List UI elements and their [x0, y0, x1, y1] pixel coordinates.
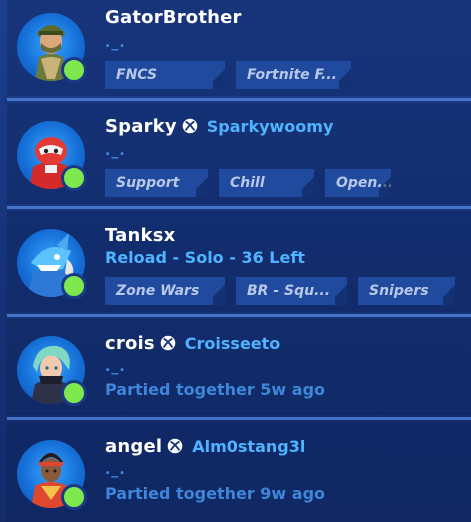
friend-name-line: Tanksx: [105, 222, 175, 248]
friend-tags: Zone Wars BR - Squ... Snipers: [105, 277, 466, 305]
tag: Support: [105, 169, 208, 197]
avatar[interactable]: [17, 121, 87, 191]
row-divider: [7, 206, 471, 209]
tag: BR - Squ...: [236, 277, 347, 305]
online-status-dot: [61, 380, 87, 406]
party-history: Partied together 9w ago: [105, 484, 326, 503]
friend-name-line: GatorBrother: [105, 4, 242, 30]
avatar[interactable]: [17, 229, 87, 299]
friend-username: angel: [105, 435, 163, 457]
friend-username: Sparky: [105, 115, 177, 137]
friend-status: ._.: [105, 143, 126, 159]
online-status-dot: [61, 273, 87, 299]
party-history: Partied together 5w ago: [105, 380, 326, 399]
friend-status: ._.: [105, 35, 126, 51]
friend-name-line: angel Alm0stang3l: [105, 433, 305, 459]
tag: FNCS: [105, 61, 225, 89]
platform-name: Alm0stang3l: [192, 436, 306, 456]
xbox-icon: [167, 438, 183, 454]
row-divider: [7, 417, 471, 420]
friend-username: Tanksx: [105, 224, 176, 246]
avatar[interactable]: [17, 440, 87, 510]
online-status-dot: [61, 57, 87, 83]
friend-tags: FNCS Fortnite F...: [105, 61, 362, 89]
friend-tags: Support Chill Open...: [105, 169, 402, 197]
avatar[interactable]: [17, 13, 87, 83]
platform-name: Sparkywoomy: [206, 116, 334, 136]
row-divider: [7, 98, 471, 101]
tag: Open...: [325, 169, 391, 197]
xbox-icon: [160, 335, 176, 351]
friend-status: ._.: [105, 462, 126, 478]
friend-name-line: Sparky Sparkywoomy: [105, 113, 333, 139]
avatar[interactable]: [17, 336, 87, 406]
friend-username: GatorBrother: [105, 6, 242, 28]
friend-name-line: crois Croisseeto: [105, 330, 280, 356]
friend-status: ._.: [105, 359, 126, 375]
tag: Fortnite F...: [236, 61, 351, 89]
online-status-dot: [61, 484, 87, 510]
tag: Chill: [219, 169, 314, 197]
online-status-dot: [61, 165, 87, 191]
row-divider: [7, 314, 471, 317]
friends-list: GatorBrother ._. FNCS Fortnite F... Spar…: [0, 0, 471, 522]
tag: Snipers: [358, 277, 455, 305]
tag: Zone Wars: [105, 277, 225, 305]
xbox-icon: [182, 118, 198, 134]
friend-status: Reload - Solo - 36 Left: [105, 248, 305, 267]
friend-username: crois: [105, 332, 155, 354]
platform-name: Croisseeto: [184, 333, 281, 353]
